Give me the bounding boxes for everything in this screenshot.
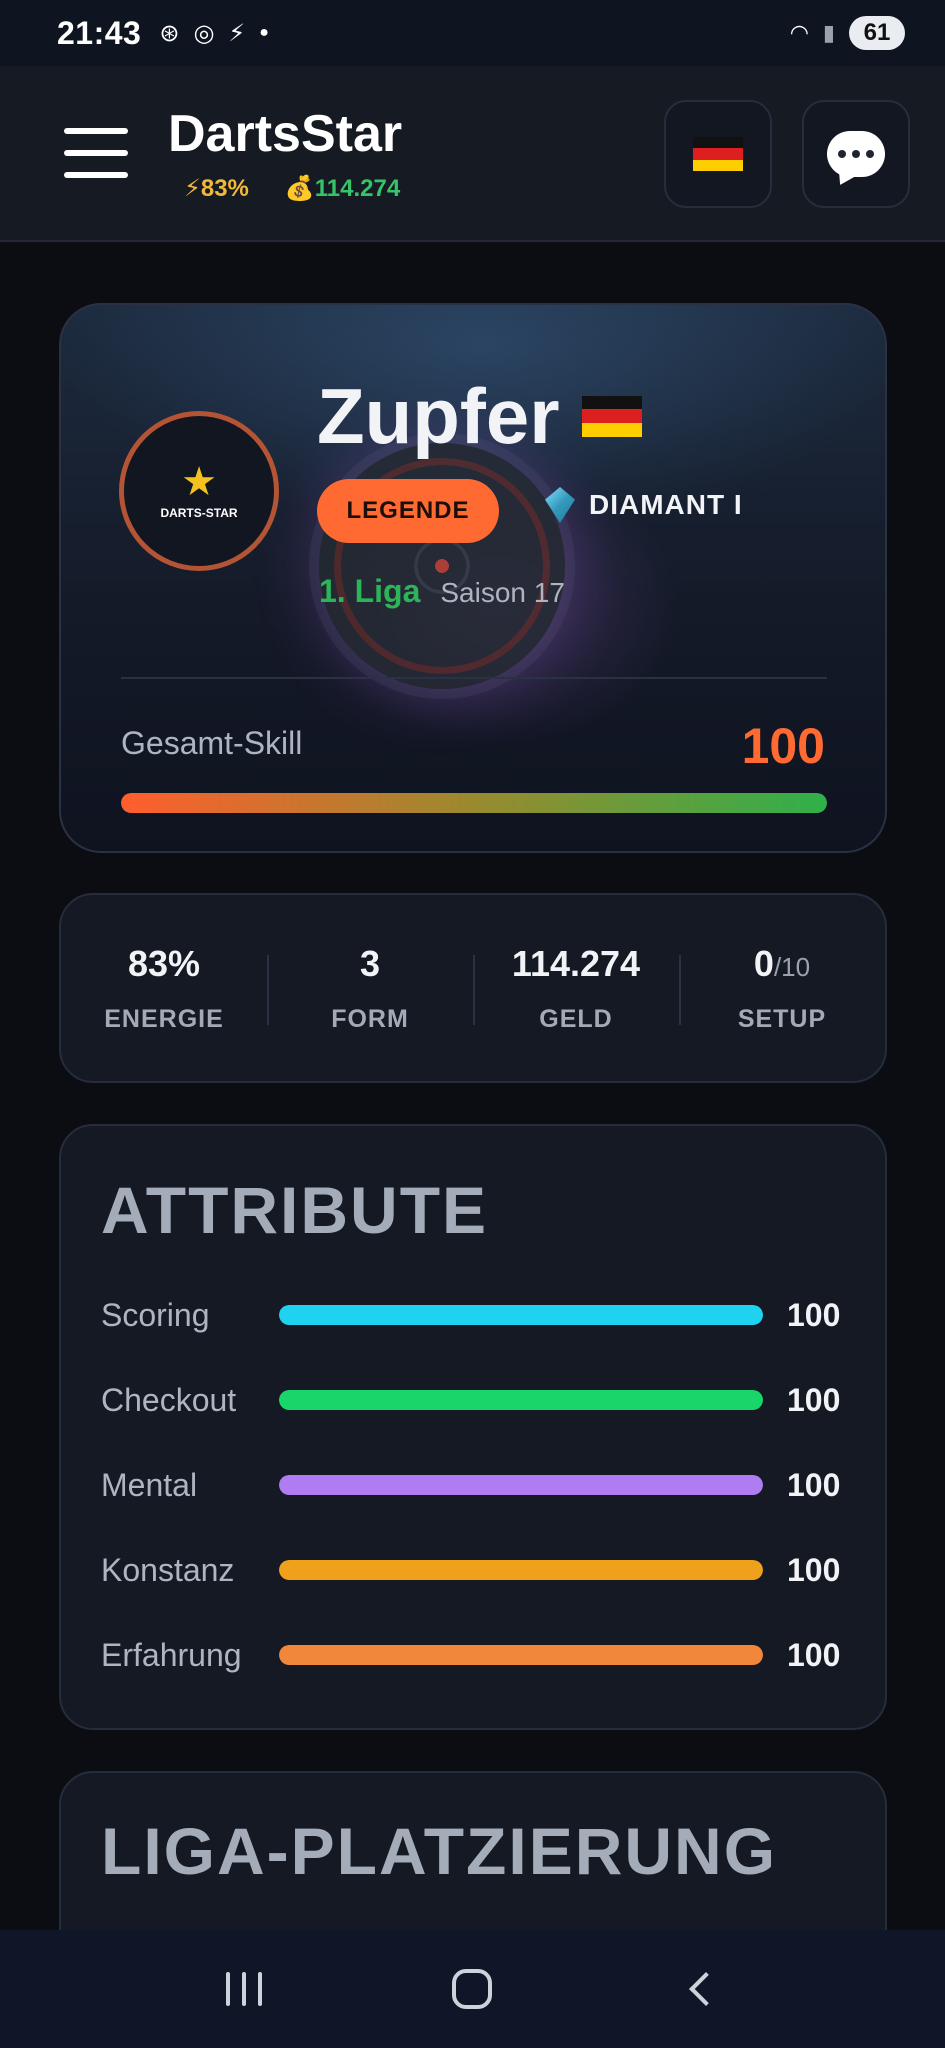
- attribute-value: 100: [787, 1636, 841, 1673]
- avatar-logo-text: DARTS-STAR: [160, 506, 238, 520]
- dot-icon: ●: [259, 24, 269, 41]
- attribute-name: Erfahrung: [101, 1636, 242, 1673]
- chat-bubble-icon: [827, 131, 885, 177]
- status-time: 21:43: [57, 14, 142, 51]
- attribute-value: 100: [787, 1466, 841, 1503]
- menu-icon[interactable]: [64, 128, 128, 178]
- attribute-row-erfahrung: Erfahrung 100: [101, 1630, 851, 1680]
- attribute-value: 100: [787, 1551, 841, 1588]
- skill-progress-fill: [121, 793, 827, 813]
- stat-energy: 83% ENERGIE: [61, 895, 267, 1081]
- stat-sub: /10: [773, 951, 811, 982]
- attribute-value: 100: [787, 1381, 841, 1418]
- tier-badge: DIAMANT I: [545, 487, 743, 523]
- attribute-name: Konstanz: [101, 1551, 235, 1588]
- battery-indicator: 61: [849, 16, 905, 50]
- stat-label: FORM: [331, 1004, 409, 1033]
- recents-button[interactable]: [204, 1949, 284, 2029]
- diamond-icon: [545, 487, 575, 523]
- league-standing-title: LIGA-PLATZIERUNG: [101, 1814, 778, 1888]
- attribute-row-checkout: Checkout 100: [101, 1375, 851, 1425]
- stat-setup: 0/10 SETUP: [679, 895, 885, 1081]
- home-icon: [452, 1969, 493, 2009]
- stat-value: 114.274: [511, 942, 641, 984]
- skill-value: 100: [741, 718, 825, 774]
- stat-value: 3: [359, 942, 381, 984]
- attribute-bar-fill: [279, 1475, 763, 1495]
- wifi-icon: ◠: [789, 20, 809, 45]
- skill-label: Gesamt-Skill: [121, 725, 303, 761]
- attributes-title: ATTRIBUTE: [101, 1173, 489, 1247]
- app-header: DartsStar ⚡83% 💰114.274: [0, 66, 945, 242]
- stat-form: 3 FORM: [267, 895, 473, 1081]
- signal-icon: ▮: [822, 20, 835, 45]
- avatar[interactable]: ★ DARTS-STAR: [119, 411, 279, 571]
- stat-label: SETUP: [737, 1004, 827, 1033]
- language-button[interactable]: [664, 100, 772, 208]
- attribute-bar-fill: [279, 1305, 763, 1325]
- stats-card: 83% ENERGIE 3 FORM 114.274 GELD 0/10 SET…: [59, 893, 887, 1083]
- league-label: 1. Liga: [319, 573, 421, 609]
- german-flag-icon: [693, 137, 743, 171]
- status-bar: 21:43 ⊛ ◎ ⚡ ● ◠ ▮ 61: [0, 0, 945, 66]
- league-info: 1. Liga Saison 17: [319, 573, 565, 610]
- stat-value: 0: [753, 942, 774, 984]
- back-button[interactable]: [661, 1949, 741, 2029]
- attribute-bar: [279, 1305, 763, 1325]
- back-icon: [688, 1972, 723, 2006]
- stat-value: 83%: [127, 942, 201, 984]
- player-name: Zupfer: [317, 372, 560, 460]
- header-energy: ⚡83%: [184, 175, 249, 202]
- attribute-bar-fill: [279, 1560, 763, 1580]
- header-money: 💰114.274: [284, 175, 401, 202]
- home-button[interactable]: [432, 1949, 512, 2029]
- attribute-row-scoring: Scoring 100: [101, 1290, 851, 1340]
- attribute-bar: [279, 1390, 763, 1410]
- attribute-bar-fill: [279, 1645, 763, 1665]
- system-nav-bar: [0, 1930, 945, 2048]
- season-label: Saison 17: [440, 577, 565, 608]
- attribute-name: Checkout: [101, 1381, 237, 1418]
- attribute-row-mental: Mental 100: [101, 1460, 851, 1510]
- header-stats: ⚡83% 💰114.274: [184, 174, 400, 203]
- app-icon: ⚡: [228, 19, 246, 47]
- attribute-bar-fill: [279, 1390, 763, 1410]
- attribute-row-konstanz: Konstanz 100: [101, 1545, 851, 1595]
- chrome-icon: ◎: [193, 19, 215, 47]
- attribute-name: Scoring: [101, 1296, 210, 1333]
- player-flag-icon: [581, 395, 642, 438]
- status-icons: ⊛ ◎ ⚡ ●: [159, 19, 269, 48]
- tier-label: DIAMANT I: [589, 489, 743, 520]
- attribute-bar: [279, 1645, 763, 1665]
- attribute-value: 100: [787, 1296, 841, 1333]
- attribute-bar: [279, 1560, 763, 1580]
- attributes-card: ATTRIBUTE Scoring 100 Checkout 100 Menta…: [59, 1124, 887, 1730]
- darts-star-logo-icon: ★: [181, 460, 217, 504]
- skill-progress-bar: [121, 793, 827, 813]
- openai-icon: ⊛: [159, 19, 180, 47]
- attribute-bar: [279, 1475, 763, 1495]
- recents-icon: [226, 1972, 263, 2006]
- divider: [121, 677, 827, 679]
- chat-button[interactable]: [802, 100, 910, 208]
- stat-label: ENERGIE: [104, 1004, 224, 1033]
- player-name-row: Zupfer: [317, 371, 642, 462]
- profile-card: ★ DARTS-STAR Zupfer LEGENDE DIAMANT I 1.…: [59, 303, 887, 853]
- rank-badge: LEGENDE: [317, 479, 499, 543]
- stat-label: GELD: [539, 1004, 613, 1033]
- app-title: DartsStar: [168, 105, 403, 163]
- attribute-name: Mental: [101, 1466, 198, 1503]
- stat-money: 114.274 GELD: [473, 895, 679, 1081]
